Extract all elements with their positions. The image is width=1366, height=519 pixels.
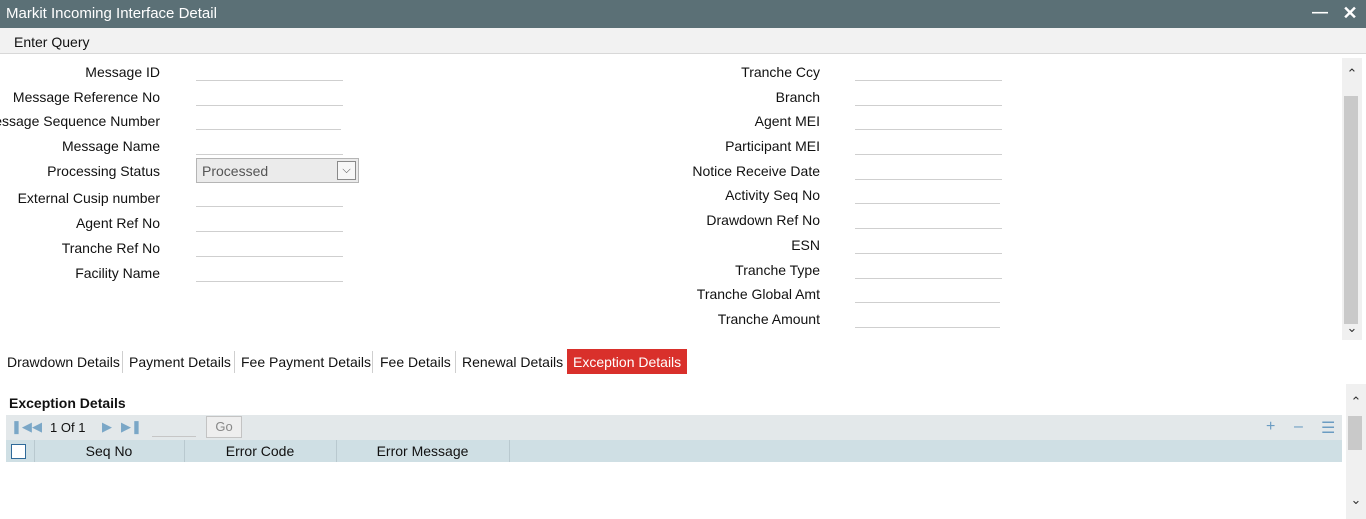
minimize-icon[interactable]: — — [1310, 3, 1330, 23]
exception-details-title: Exception Details — [9, 395, 126, 411]
window-title: Markit Incoming Interface Detail — [6, 5, 217, 22]
participant-mei-label: Participant MEI — [725, 138, 820, 154]
esn-field[interactable] — [855, 232, 1002, 254]
chevron-down-icon[interactable]: ⌵ — [337, 161, 356, 180]
tab-renewal-details[interactable]: Renewal Details — [462, 349, 563, 374]
detail-tabs: Drawdown Details Payment Details Fee Pay… — [0, 349, 1342, 375]
message-sequence-number-label: Message Sequence Number — [0, 113, 160, 129]
branch-field[interactable] — [855, 84, 1002, 106]
tab-divider — [122, 351, 123, 373]
page-indicator: 1 Of 1 — [50, 420, 85, 435]
column-divider — [509, 440, 510, 462]
scroll-up-icon[interactable]: ⌃ — [1342, 66, 1362, 82]
notice-receive-date-field[interactable] — [855, 158, 1002, 180]
list-view-icon[interactable]: ☰ — [1321, 418, 1335, 438]
processing-status-value: Processed — [202, 163, 269, 179]
next-page-icon[interactable]: ▶ — [102, 419, 112, 435]
enter-query-button[interactable]: Enter Query — [14, 34, 89, 50]
title-bar: Markit Incoming Interface Detail — ✕ — [0, 0, 1366, 28]
tranche-ref-no-label: Tranche Ref No — [61, 240, 160, 256]
branch-label: Branch — [775, 89, 820, 105]
notice-receive-date-label: Notice Receive Date — [692, 163, 820, 179]
last-page-icon[interactable]: ▶❚ — [121, 419, 142, 435]
column-error-message[interactable]: Error Message — [336, 443, 509, 459]
tranche-ccy-label: Tranche Ccy — [741, 64, 820, 80]
message-reference-no-field[interactable] — [196, 84, 343, 106]
delete-row-icon[interactable]: – — [1294, 418, 1303, 436]
external-cusip-number-label: External Cusip number — [17, 190, 160, 206]
message-reference-no-label: Message Reference No — [12, 89, 160, 105]
tab-fee-payment-details[interactable]: Fee Payment Details — [241, 349, 371, 374]
page-number-input[interactable] — [152, 418, 196, 437]
column-error-code[interactable]: Error Code — [184, 443, 336, 459]
tranche-global-amt-label: Tranche Global Amt — [696, 286, 820, 302]
activity-seq-no-field[interactable] — [855, 182, 1000, 204]
tab-divider — [455, 351, 456, 373]
previous-page-icon[interactable]: ◀ — [32, 419, 42, 435]
first-page-icon[interactable]: ❚◀ — [11, 419, 32, 435]
current-page: 1 — [50, 420, 58, 435]
select-all-checkbox[interactable] — [11, 444, 26, 459]
tranche-amount-label: Tranche Amount — [717, 311, 820, 327]
close-icon[interactable]: ✕ — [1340, 3, 1360, 23]
tranche-type-label: Tranche Type — [735, 262, 820, 278]
tab-divider — [372, 351, 373, 373]
drawdown-ref-no-label: Drawdown Ref No — [706, 212, 820, 228]
drawdown-ref-no-field[interactable] — [855, 207, 1002, 229]
total-pages: 1 — [78, 420, 86, 435]
scrollbar-thumb[interactable] — [1348, 416, 1362, 450]
activity-seq-no-label: Activity Seq No — [725, 187, 820, 203]
message-sequence-number-field[interactable] — [196, 108, 341, 130]
agent-mei-label: Agent MEI — [754, 113, 820, 129]
tab-divider — [234, 351, 235, 373]
tranche-global-amt-field[interactable] — [855, 281, 1000, 303]
processing-status-select[interactable]: Processed ⌵ — [196, 158, 359, 183]
grid-toolbar: ❚◀ ◀ 1 Of 1 ▶ ▶❚ Go + – ☰ — [6, 415, 1342, 440]
tab-exception-details[interactable]: Exception Details — [567, 349, 688, 374]
scrollbar-thumb[interactable] — [1344, 96, 1358, 324]
add-row-icon[interactable]: + — [1266, 418, 1275, 436]
message-id-label: Message ID — [85, 64, 160, 80]
grid-scrollbar[interactable]: ⌃ ⌄ — [1346, 384, 1366, 519]
esn-label: ESN — [791, 237, 820, 253]
participant-mei-field[interactable] — [855, 133, 1002, 155]
facility-name-field[interactable] — [196, 260, 343, 282]
tab-drawdown-details[interactable]: Drawdown Details — [7, 349, 120, 374]
scroll-down-icon[interactable]: ⌄ — [1346, 492, 1366, 508]
agent-ref-no-label: Agent Ref No — [75, 215, 160, 231]
form-panel: Message ID Message Reference No Message … — [0, 54, 1342, 350]
external-cusip-number-field[interactable] — [196, 185, 343, 207]
tranche-amount-field[interactable] — [855, 306, 1000, 328]
grid-header: Seq No Error Code Error Message — [6, 440, 1342, 462]
tranche-type-field[interactable] — [855, 257, 1002, 279]
message-name-label: Message Name — [61, 138, 160, 154]
tab-payment-details[interactable]: Payment Details — [129, 349, 231, 374]
agent-ref-no-field[interactable] — [196, 210, 343, 232]
page-of-label: Of — [60, 420, 75, 435]
tranche-ccy-field[interactable] — [855, 59, 1002, 81]
go-button[interactable]: Go — [206, 416, 242, 438]
form-scrollbar[interactable]: ⌃ ⌄ — [1342, 58, 1362, 340]
column-seq-no[interactable]: Seq No — [34, 443, 184, 459]
message-name-field[interactable] — [196, 133, 343, 155]
facility-name-label: Facility Name — [75, 265, 160, 281]
scroll-up-icon[interactable]: ⌃ — [1346, 394, 1366, 410]
processing-status-label: Processing Status — [47, 163, 160, 179]
tab-fee-details[interactable]: Fee Details — [380, 349, 451, 374]
toolbar: Enter Query — [0, 28, 1366, 54]
scroll-down-icon[interactable]: ⌄ — [1342, 320, 1362, 336]
tranche-ref-no-field[interactable] — [196, 235, 343, 257]
agent-mei-field[interactable] — [855, 108, 1002, 130]
message-id-field[interactable] — [196, 59, 343, 81]
